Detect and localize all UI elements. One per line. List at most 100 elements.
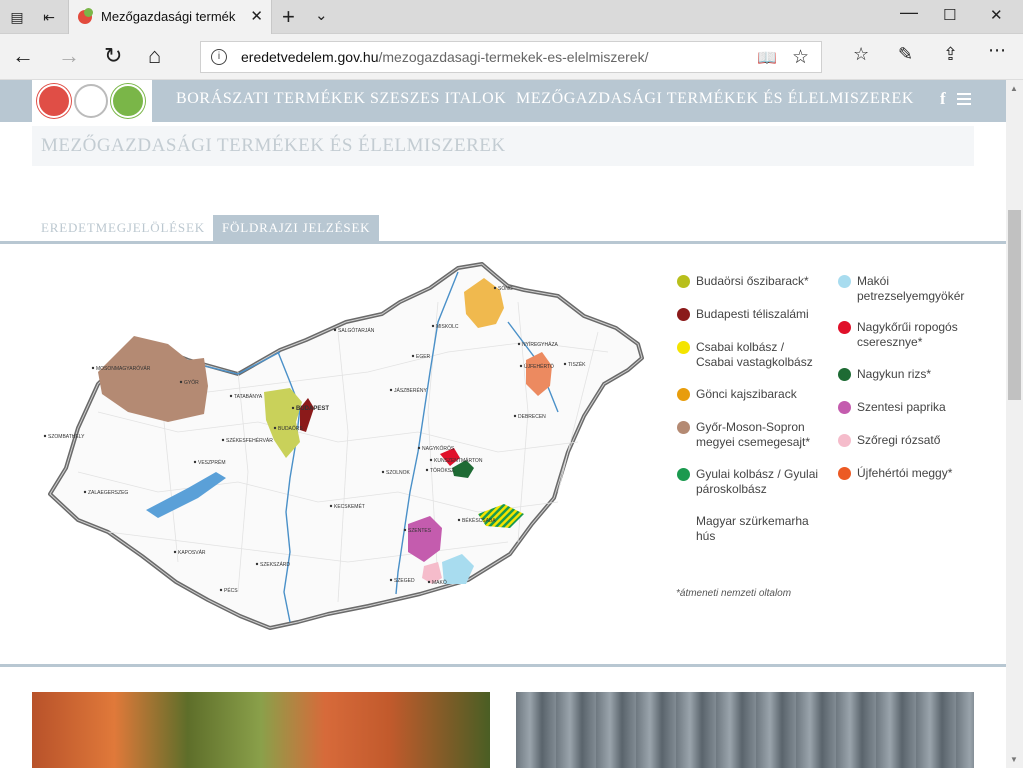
back-arrow-icon[interactable]: ← [12, 43, 34, 69]
forward-arrow-icon[interactable]: → [58, 43, 80, 69]
legend-label: Budapesti téliszalámi [696, 307, 809, 321]
legend-label: Újfehértói meggy* [857, 466, 953, 480]
city-label: MAKÓ [432, 579, 447, 586]
city-label: EGER [416, 354, 431, 360]
country-outline [48, 262, 644, 630]
menu-spirits[interactable]: SZESZES ITALOK [370, 90, 506, 108]
reading-view-icon[interactable]: 📖 [757, 48, 777, 68]
chevron-down-icon[interactable]: ⌄ [315, 6, 328, 24]
tab-divider [0, 241, 1006, 244]
tab-list-icon[interactable]: ▤ [8, 8, 26, 26]
close-tab-icon[interactable]: ✕ [250, 7, 263, 25]
legend-swatch-icon [677, 275, 690, 288]
new-tab-icon[interactable]: + [282, 4, 295, 30]
city-label: KAPOSVÁR [178, 549, 206, 556]
scroll-up-icon[interactable]: ▲ [1010, 84, 1018, 93]
legend-label: Budaörsi őszibarack* [696, 274, 809, 288]
url-text[interactable]: eredetvedelem.gov.hu/mezogazdasagi-terme… [241, 49, 649, 65]
menu-wine-products[interactable]: BORÁSZATI TERMÉKEK [176, 90, 366, 108]
city-dot [291, 406, 295, 410]
city-label: SZEKSZÁRD [260, 561, 290, 568]
city-label: TISZÉK [568, 361, 586, 368]
legend-swatch-icon [838, 321, 851, 334]
city-label: TÖRÖKSZ. [430, 467, 456, 474]
legend-label: Gyulai kolbász / Gyulai pároskolbász [696, 467, 819, 496]
city-dot [457, 518, 461, 522]
menu-agricultural-products[interactable]: MEZŐGAZDASÁGI TERMÉKEK ÉS ÉLELMISZEREK [516, 90, 914, 108]
city-label: NAGYKŐRÖS [422, 445, 455, 452]
city-dot [517, 342, 521, 346]
site-info-icon[interactable]: i [211, 49, 227, 65]
city-label: KECSKEMÉT [334, 503, 365, 510]
close-window-icon[interactable]: ✕ [990, 6, 1003, 24]
city-dot [173, 550, 177, 554]
city-label: SALGÓTARJÁN [338, 327, 375, 334]
page-scrollbar[interactable]: ▲ ▼ [1006, 80, 1023, 768]
scroll-down-icon[interactable]: ▼ [1010, 755, 1018, 764]
city-dot [193, 460, 197, 464]
browser-tab-active[interactable]: Mezőgazdasági termék ✕ [68, 0, 272, 35]
legend-swatch-icon [838, 368, 851, 381]
hamburger-menu-icon[interactable] [957, 93, 971, 105]
category-tabs: EREDETMEGJELÖLÉSEK FÖLDRAJZI JELZÉSEK [0, 215, 1006, 241]
more-menu-icon[interactable]: ⋯ [988, 40, 1006, 61]
city-dot [219, 588, 223, 592]
legend-swatch-icon [838, 401, 851, 414]
city-label: KUNSZENTMÁRTON [434, 457, 483, 464]
section-header: MEZŐGAZDASÁGI TERMÉKEK ÉS ÉLELMISZEREK [32, 126, 974, 166]
browser-toolbar: ← → ↻ ⌂ i eredetvedelem.gov.hu/mezogazda… [0, 34, 1023, 80]
city-dot [417, 446, 421, 450]
site-logo[interactable] [32, 80, 152, 122]
hungary-map-svg: SÓNG SALGÓTARJÁN MISKOLC NYÍREGYHÁZA MOSONMA… [43, 262, 644, 630]
page-title: MEZŐGAZDASÁGI TERMÉKEK ÉS ÉLELMISZEREK [41, 135, 506, 156]
site-favicon-icon [78, 8, 93, 24]
legend-label: Makói petrezselyemgyökér [857, 274, 965, 303]
city-dot [519, 364, 523, 368]
legend-label: Magyar szürkemarha hús [696, 514, 809, 543]
url-path: /mezogazdasagi-termekek-es-elelmiszerek/ [378, 49, 649, 65]
pen-notes-icon[interactable]: ✎ [898, 44, 913, 65]
city-dot [381, 470, 385, 474]
wine-logo-icon [37, 84, 71, 118]
legend-label: Szőregi rózsatő [857, 433, 941, 447]
set-tabs-aside-icon[interactable]: ⇤ [40, 8, 58, 26]
site-navigation: BORÁSZATI TERMÉKEK SZESZES ITALOK MEZŐGA… [0, 80, 1006, 122]
legend-swatch-icon [677, 468, 690, 481]
city-dot [43, 434, 47, 438]
tab-designations-of-origin[interactable]: EREDETMEGJELÖLÉSEK [32, 215, 214, 241]
city-label: ZALAEGERSZEG [88, 490, 128, 496]
city-label: SÓNG [498, 285, 513, 292]
city-label: ÚJFEHÉRTÓ [524, 363, 554, 370]
legend-label: Nagykun rizs* [857, 367, 932, 381]
cattle-photo[interactable] [516, 692, 974, 768]
city-dot [91, 366, 95, 370]
city-dot [389, 388, 393, 392]
city-dot [427, 580, 431, 584]
scrollbar-thumb[interactable] [1008, 210, 1021, 400]
city-dot [513, 414, 517, 418]
favorites-hub-icon[interactable]: ☆ [853, 44, 869, 65]
city-label: NYÍREGYHÁZA [522, 341, 559, 348]
city-dot [83, 490, 87, 494]
legend-label: Győr-Moson-Sopron megyei csemegesajt* [696, 420, 811, 449]
share-icon[interactable]: ⇪ [943, 44, 958, 65]
favorite-star-icon[interactable]: ☆ [792, 46, 809, 69]
maximize-icon[interactable]: ☐ [943, 6, 956, 24]
tab-geographical-indications[interactable]: FÖLDRAJZI JELZÉSEK [213, 215, 380, 241]
legend-swatch-icon [838, 275, 851, 288]
city-label: BUDAPEST [296, 406, 329, 412]
city-dot [429, 458, 433, 462]
refresh-icon[interactable]: ↻ [104, 43, 122, 69]
city-dot [431, 324, 435, 328]
city-dot [255, 562, 259, 566]
city-dot [229, 394, 233, 398]
facebook-icon[interactable]: f [940, 89, 946, 109]
legend-swatch-icon [677, 388, 690, 401]
hungary-map: SÓNG SALGÓTARJÁN MISKOLC NYÍREGYHÁZA MOSONMA… [38, 262, 650, 644]
minimize-icon[interactable]: — [900, 2, 918, 23]
peach-photo[interactable] [32, 692, 490, 768]
home-icon[interactable]: ⌂ [148, 43, 161, 69]
address-bar[interactable]: i eredetvedelem.gov.hu/mezogazdasagi-ter… [200, 41, 822, 73]
city-label: TATABÁNYA [234, 393, 263, 400]
city-dot [329, 504, 333, 508]
